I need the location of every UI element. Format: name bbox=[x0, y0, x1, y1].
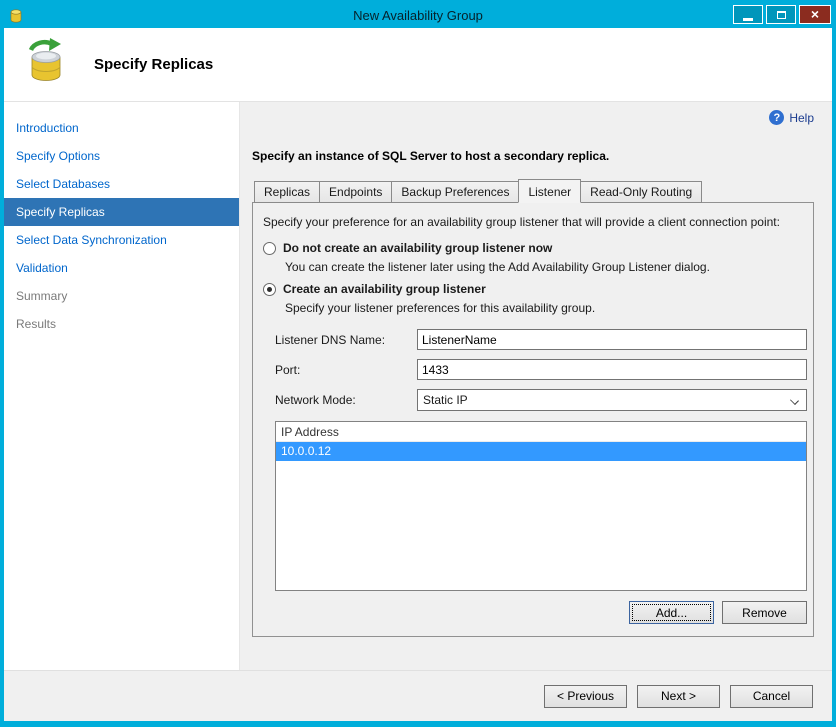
dns-name-label: Listener DNS Name: bbox=[275, 332, 386, 347]
previous-button[interactable]: < Previous bbox=[544, 684, 627, 708]
ip-list-actions: Add... Remove bbox=[261, 601, 807, 624]
sidebar-item-specify-replicas[interactable]: Specify Replicas bbox=[4, 198, 239, 226]
tab-replicas[interactable]: Replicas bbox=[254, 181, 321, 203]
network-mode-dropdown[interactable]: Static IP bbox=[417, 389, 807, 411]
maximize-button[interactable] bbox=[766, 5, 796, 24]
tab-backup-preferences[interactable]: Backup Preferences bbox=[391, 181, 520, 203]
next-button[interactable]: Next > bbox=[637, 684, 720, 708]
sidebar-item-results: Results bbox=[16, 317, 57, 331]
radio-no-listener-label: Do not create an availability group list… bbox=[283, 241, 553, 255]
port-input[interactable] bbox=[417, 359, 807, 380]
network-mode-value: Static IP bbox=[423, 393, 468, 407]
radio-option-create-listener[interactable]: Create an availability group listener bbox=[263, 282, 807, 296]
help-label: Help bbox=[789, 110, 814, 125]
wizard-header: Specify Replicas bbox=[4, 28, 832, 102]
close-button[interactable]: × bbox=[799, 5, 831, 24]
sidebar-item-specify-options[interactable]: Specify Options bbox=[4, 142, 239, 170]
page-title: Specify Replicas bbox=[94, 56, 214, 73]
network-mode-label: Network Mode: bbox=[275, 393, 356, 407]
radio-option-no-listener[interactable]: Do not create an availability group list… bbox=[263, 241, 807, 255]
sidebar-item-summary: Summary bbox=[16, 289, 68, 303]
radio-no-listener-description: You can create the listener later using … bbox=[285, 260, 710, 274]
title-bar[interactable]: New Availability Group × bbox=[4, 3, 832, 28]
port-label: Port: bbox=[275, 362, 301, 377]
listener-tab-panel: Specify your preference for an availabil… bbox=[252, 202, 814, 637]
wizard-steps-sidebar: Introduction Specify Options Select Data… bbox=[4, 102, 240, 670]
availability-group-icon bbox=[20, 37, 72, 92]
dns-name-input[interactable] bbox=[417, 329, 807, 350]
tab-listener[interactable]: Listener bbox=[518, 179, 582, 203]
window-title: New Availability Group bbox=[353, 8, 483, 23]
sidebar-item-select-databases[interactable]: Select Databases bbox=[4, 170, 239, 198]
sidebar-item-validation[interactable]: Validation bbox=[4, 254, 239, 282]
chevron-down-icon bbox=[790, 396, 799, 405]
sidebar-item-introduction[interactable]: Introduction bbox=[4, 114, 239, 142]
close-icon: × bbox=[810, 6, 820, 22]
cancel-button[interactable]: Cancel bbox=[730, 684, 813, 708]
radio-create-listener-icon[interactable] bbox=[263, 282, 276, 296]
window-controls: × bbox=[733, 5, 831, 24]
ip-address-list[interactable]: IP Address 10.0.0.12 bbox=[275, 421, 807, 591]
add-button[interactable]: Add... bbox=[629, 601, 714, 624]
listener-preference-text: Specify your preference for an availabil… bbox=[263, 215, 780, 229]
help-link[interactable]: ? Help bbox=[769, 110, 814, 125]
replica-tabs: Replicas Endpoints Backup Preferences Li… bbox=[252, 179, 814, 203]
new-availability-group-window: New Availability Group × Specify Replica… bbox=[0, 0, 836, 727]
minimize-icon bbox=[743, 17, 753, 21]
listener-form: Listener DNS Name: Port: Network Mode: S… bbox=[275, 329, 807, 411]
tab-endpoints[interactable]: Endpoints bbox=[319, 181, 393, 203]
radio-no-listener-icon[interactable] bbox=[263, 241, 276, 255]
tab-read-only-routing[interactable]: Read-Only Routing bbox=[580, 181, 703, 203]
maximize-icon bbox=[776, 10, 786, 19]
ip-address-row[interactable]: 10.0.0.12 bbox=[276, 442, 806, 461]
radio-create-listener-label: Create an availability group listener bbox=[283, 282, 486, 296]
page-instruction: Specify an instance of SQL Server to hos… bbox=[252, 149, 610, 163]
radio-create-listener-description: Specify your listener preferences for th… bbox=[285, 301, 596, 315]
sidebar-item-select-data-synchronization[interactable]: Select Data Synchronization bbox=[4, 226, 239, 254]
wizard-footer: < Previous Next > Cancel bbox=[4, 670, 832, 721]
help-icon: ? bbox=[769, 110, 785, 125]
ip-address-column-header[interactable]: IP Address bbox=[276, 422, 806, 442]
minimize-button[interactable] bbox=[733, 5, 763, 24]
remove-button[interactable]: Remove bbox=[722, 601, 807, 624]
main-content: ? Help Specify an instance of SQL Server… bbox=[240, 102, 832, 670]
